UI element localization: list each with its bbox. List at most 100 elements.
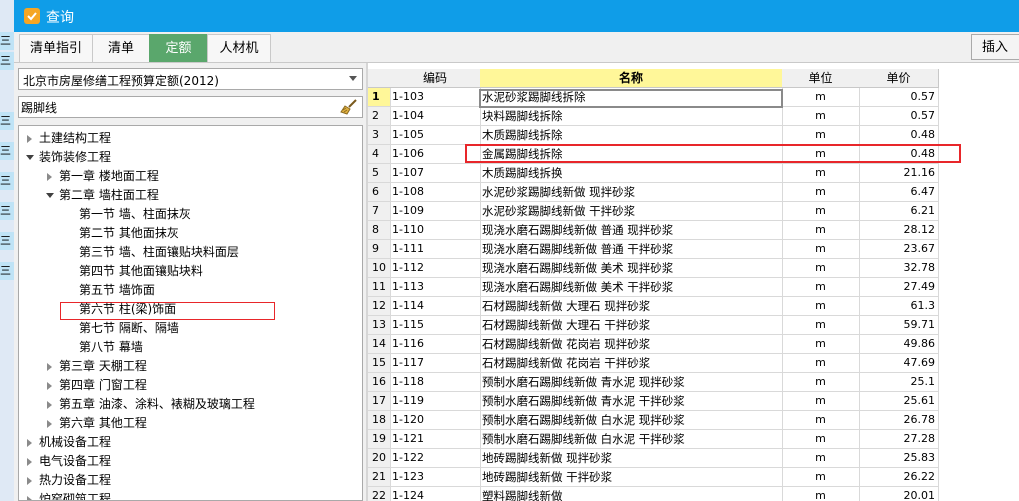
cell-code[interactable]: 1-114 (390, 297, 481, 316)
cell-unit[interactable]: m (782, 392, 860, 411)
table-row[interactable]: 7 1-109 水泥砂浆踢脚线新做 干拌砂浆 m 6.21 (368, 202, 939, 221)
cell-name[interactable]: 石材踢脚线新做 大理石 现拌砂浆 (480, 297, 783, 316)
cell-name[interactable]: 木质踢脚线拆换 (480, 164, 783, 183)
cell-unit[interactable]: m (782, 430, 860, 449)
collapsed-arrow-icon[interactable] (27, 496, 32, 500)
cell-price[interactable]: 61.3 (859, 297, 939, 316)
table-row[interactable]: 13 1-115 石材踢脚线新做 大理石 干拌砂浆 m 59.71 (368, 316, 939, 335)
tree-item[interactable]: 炉窑砌筑工程 (19, 490, 362, 500)
cell-unit[interactable]: m (782, 259, 860, 278)
cell-code[interactable]: 1-117 (390, 354, 481, 373)
table-row[interactable]: 18 1-120 预制水磨石踢脚线新做 白水泥 现拌砂浆 m 26.78 (368, 411, 939, 430)
cell-price[interactable]: 0.48 (859, 126, 939, 145)
table-row[interactable]: 9 1-111 现浇水磨石踢脚线新做 普通 干拌砂浆 m 23.67 (368, 240, 939, 259)
row-number[interactable]: 11 (368, 278, 391, 297)
collapsed-arrow-icon[interactable] (27, 477, 32, 485)
clear-broom-icon[interactable] (340, 99, 358, 115)
row-number[interactable]: 20 (368, 449, 391, 468)
tree-item[interactable]: 第四节 其他面镶贴块料 (19, 262, 362, 281)
cell-name[interactable]: 地砖踢脚线新做 干拌砂浆 (480, 468, 783, 487)
row-number[interactable]: 9 (368, 240, 391, 259)
quota-library-select[interactable]: 北京市房屋修缮工程预算定额(2012) (18, 68, 363, 90)
tree-item[interactable]: 第四章 门窗工程 (19, 376, 362, 395)
insert-button[interactable]: 插入 (971, 34, 1019, 60)
collapsed-arrow-icon[interactable] (27, 439, 32, 447)
cell-price[interactable]: 25.61 (859, 392, 939, 411)
row-number[interactable]: 2 (368, 107, 391, 126)
cell-name[interactable]: 木质踢脚线拆除 (480, 126, 783, 145)
row-number[interactable]: 18 (368, 411, 391, 430)
cell-price[interactable]: 25.1 (859, 373, 939, 392)
table-row[interactable]: 21 1-123 地砖踢脚线新做 干拌砂浆 m 26.22 (368, 468, 939, 487)
cell-code[interactable]: 1-110 (390, 221, 481, 240)
cell-name[interactable]: 地砖踢脚线新做 现拌砂浆 (480, 449, 783, 468)
cell-name[interactable]: 水泥砂浆踢脚线新做 干拌砂浆 (480, 202, 783, 221)
cell-price[interactable]: 32.78 (859, 259, 939, 278)
cell-code[interactable]: 1-120 (390, 411, 481, 430)
row-number[interactable]: 16 (368, 373, 391, 392)
cell-code[interactable]: 1-108 (390, 183, 481, 202)
tree-item[interactable]: 第五节 墙饰面 (19, 281, 362, 300)
cell-unit[interactable]: m (782, 221, 860, 240)
cell-price[interactable]: 0.57 (859, 88, 939, 107)
cell-price[interactable]: 0.57 (859, 107, 939, 126)
cell-price[interactable]: 49.86 (859, 335, 939, 354)
tree-item[interactable]: 第三章 天棚工程 (19, 357, 362, 376)
cell-code[interactable]: 1-123 (390, 468, 481, 487)
cell-unit[interactable]: m (782, 411, 860, 430)
cell-unit[interactable]: m (782, 183, 860, 202)
table-row[interactable]: 8 1-110 现浇水磨石踢脚线新做 普通 现拌砂浆 m 28.12 (368, 221, 939, 240)
collapsed-arrow-icon[interactable] (47, 173, 52, 181)
cell-code[interactable]: 1-121 (390, 430, 481, 449)
cell-code[interactable]: 1-104 (390, 107, 481, 126)
cell-code[interactable]: 1-113 (390, 278, 481, 297)
row-number[interactable]: 21 (368, 468, 391, 487)
tree-item[interactable]: 第八节 幕墙 (19, 338, 362, 357)
header-price[interactable]: 单价 (859, 69, 939, 88)
table-row[interactable]: 11 1-113 现浇水磨石踢脚线新做 美术 干拌砂浆 m 27.49 (368, 278, 939, 297)
cell-code[interactable]: 1-107 (390, 164, 481, 183)
cell-unit[interactable]: m (782, 449, 860, 468)
collapsed-arrow-icon[interactable] (47, 382, 52, 390)
tree-item[interactable]: 第五章 油漆、涂料、裱糊及玻璃工程 (19, 395, 362, 414)
collapsed-arrow-icon[interactable] (27, 458, 32, 466)
row-number[interactable]: 7 (368, 202, 391, 221)
cell-unit[interactable]: m (782, 107, 860, 126)
cell-price[interactable]: 25.83 (859, 449, 939, 468)
cell-code[interactable]: 1-119 (390, 392, 481, 411)
cell-unit[interactable]: m (782, 240, 860, 259)
table-row[interactable]: 5 1-107 木质踢脚线拆换 m 21.16 (368, 164, 939, 183)
tree-item[interactable]: 第七节 隔断、隔墙 (19, 319, 362, 338)
tree-item[interactable]: 第一章 楼地面工程 (19, 167, 362, 186)
cell-unit[interactable]: m (782, 354, 860, 373)
table-row[interactable]: 19 1-121 预制水磨石踢脚线新做 白水泥 干拌砂浆 m 27.28 (368, 430, 939, 449)
row-number[interactable]: 15 (368, 354, 391, 373)
row-number[interactable]: 4 (368, 145, 391, 164)
row-number[interactable]: 1 (368, 88, 391, 107)
cell-unit[interactable]: m (782, 88, 860, 107)
collapsed-arrow-icon[interactable] (47, 363, 52, 371)
table-row[interactable]: 3 1-105 木质踢脚线拆除 m 0.48 (368, 126, 939, 145)
cell-name[interactable]: 水泥砂浆踢脚线新做 现拌砂浆 (480, 183, 783, 202)
cell-name[interactable]: 现浇水磨石踢脚线新做 普通 干拌砂浆 (480, 240, 783, 259)
tree-item[interactable]: 装饰装修工程 (19, 148, 362, 167)
cell-name[interactable]: 预制水磨石踢脚线新做 白水泥 现拌砂浆 (480, 411, 783, 430)
cell-price[interactable]: 28.12 (859, 221, 939, 240)
search-input[interactable] (21, 99, 331, 115)
row-number[interactable]: 6 (368, 183, 391, 202)
table-row[interactable]: 14 1-116 石材踢脚线新做 花岗岩 现拌砂浆 m 49.86 (368, 335, 939, 354)
tab-quota[interactable]: 定额 (149, 34, 208, 62)
header-name[interactable]: 名称 (480, 69, 783, 88)
row-number[interactable]: 19 (368, 430, 391, 449)
table-row[interactable]: 20 1-122 地砖踢脚线新做 现拌砂浆 m 25.83 (368, 449, 939, 468)
tab-bill[interactable]: 清单 (92, 34, 150, 62)
cell-unit[interactable]: m (782, 316, 860, 335)
table-row[interactable]: 16 1-118 预制水磨石踢脚线新做 青水泥 现拌砂浆 m 25.1 (368, 373, 939, 392)
row-number[interactable]: 17 (368, 392, 391, 411)
tree-item[interactable]: 机械设备工程 (19, 433, 362, 452)
cell-price[interactable]: 6.47 (859, 183, 939, 202)
row-number[interactable]: 5 (368, 164, 391, 183)
cell-price[interactable]: 27.28 (859, 430, 939, 449)
cell-name[interactable]: 现浇水磨石踢脚线新做 普通 现拌砂浆 (480, 221, 783, 240)
row-number[interactable]: 14 (368, 335, 391, 354)
